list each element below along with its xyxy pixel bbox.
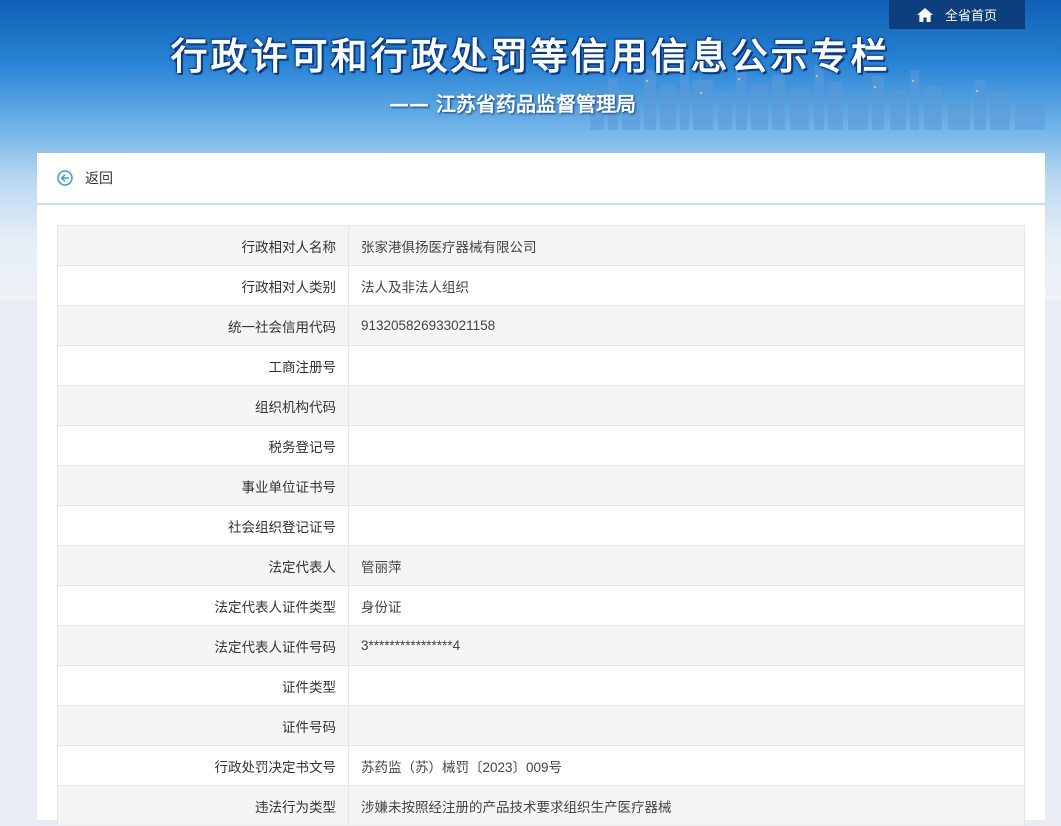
home-link-label: 全省首页 [944, 8, 997, 23]
table-row: 社会组织登记证号 [57, 505, 1025, 546]
field-value: 苏药监（苏）械罚〔2023〕009号 [348, 745, 1025, 786]
detail-table: 行政相对人名称 张家港俱扬医疗器械有限公司 行政相对人类别 法人及非法人组织 统… [57, 225, 1025, 826]
back-button-label: 返回 [85, 170, 113, 186]
field-value: 张家港俱扬医疗器械有限公司 [348, 225, 1025, 266]
home-link[interactable]: 全省首页 [889, 0, 1025, 29]
content-panel: 返回 行政相对人名称 张家港俱扬医疗器械有限公司 行政相对人类别 法人及非法人组… [37, 153, 1045, 826]
back-bar: 返回 [37, 153, 1045, 205]
field-value [348, 465, 1025, 506]
field-label: 事业单位证书号 [57, 465, 349, 506]
field-value: 管丽萍 [348, 545, 1025, 586]
page-subtitle: —— 江苏省药品监督管理局 [389, 92, 636, 116]
field-label: 证件号码 [57, 705, 349, 746]
field-label: 行政处罚决定书文号 [57, 745, 349, 786]
field-label: 法定代表人证件号码 [57, 625, 349, 666]
table-row: 统一社会信用代码 913205826933021158 [57, 305, 1025, 346]
table-row: 工商注册号 [57, 345, 1025, 386]
table-row: 证件类型 [57, 665, 1025, 706]
table-row: 行政处罚决定书文号 苏药监（苏）械罚〔2023〕009号 [57, 745, 1025, 786]
field-value: 913205826933021158 [348, 305, 1025, 346]
table-row: 行政相对人名称 张家港俱扬医疗器械有限公司 [57, 225, 1025, 266]
field-value [348, 385, 1025, 426]
field-label: 法定代表人证件类型 [57, 585, 349, 626]
table-row: 证件号码 [57, 705, 1025, 746]
table-row: 法定代表人 管丽萍 [57, 545, 1025, 586]
table-row: 税务登记号 [57, 425, 1025, 466]
field-label: 行政相对人类别 [57, 265, 349, 306]
field-label: 法定代表人 [57, 545, 349, 586]
back-button[interactable]: 返回 [57, 168, 113, 188]
table-row: 组织机构代码 [57, 385, 1025, 426]
field-value [348, 425, 1025, 466]
field-value [348, 505, 1025, 546]
home-icon [916, 7, 933, 22]
field-label: 证件类型 [57, 665, 349, 706]
field-value [348, 705, 1025, 746]
field-value [348, 345, 1025, 386]
field-label: 统一社会信用代码 [57, 305, 349, 346]
table-row: 行政相对人类别 法人及非法人组织 [57, 265, 1025, 306]
field-label: 税务登记号 [57, 425, 349, 466]
page-title: 行政许可和行政处罚等信用信息公示专栏 [170, 35, 891, 78]
table-row: 法定代表人证件类型 身份证 [57, 585, 1025, 626]
field-value: 身份证 [348, 585, 1025, 626]
field-value [348, 665, 1025, 706]
field-label: 组织机构代码 [57, 385, 349, 426]
table-row: 法定代表人证件号码 3****************4 [57, 625, 1025, 666]
field-value: 法人及非法人组织 [348, 265, 1025, 306]
back-circle-arrow-icon [57, 170, 73, 186]
table-row: 事业单位证书号 [57, 465, 1025, 506]
field-value: 3****************4 [348, 625, 1025, 666]
field-label: 行政相对人名称 [57, 225, 349, 266]
field-label: 工商注册号 [57, 345, 349, 386]
field-label: 社会组织登记证号 [57, 505, 349, 546]
